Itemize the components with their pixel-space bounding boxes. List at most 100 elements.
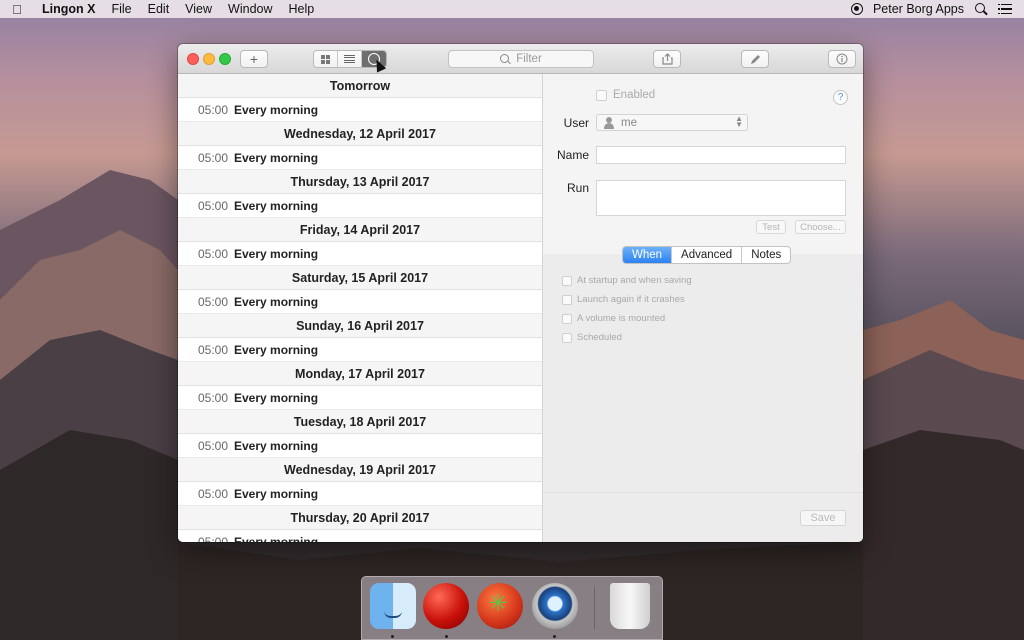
menu-view[interactable]: View	[177, 2, 220, 16]
entry-name: Every morning	[234, 246, 319, 261]
tab-advanced[interactable]: Advanced	[672, 247, 743, 263]
schedule-list[interactable]: Tomorrow 05:00 Every morning Wednesday, 12 …	[178, 74, 543, 542]
add-job-button[interactable]: +	[240, 50, 268, 68]
day-header: Saturday, 15 April 2017	[178, 266, 542, 290]
entry-name: Every morning	[234, 150, 319, 165]
entry-name: Every morning	[234, 198, 319, 213]
filter-placeholder: Filter	[516, 53, 542, 65]
schedule-entry[interactable]: 05:00 Every morning	[178, 482, 542, 506]
menu-bar:  Lingon X File Edit View Window Help Pe…	[0, 0, 1024, 18]
apple-menu-icon[interactable]: 	[0, 2, 34, 17]
choose-button[interactable]: Choose...	[795, 220, 846, 234]
zoom-window-button[interactable]	[219, 53, 231, 65]
day-header: Wednesday, 12 April 2017	[178, 122, 542, 146]
job-detail-pane: Enabled ? User me ▲ ▼ Name Run Test Choos…	[543, 74, 863, 542]
schedule-entry[interactable]: 05:00 Every morning	[178, 242, 542, 266]
menu-extra-label[interactable]: Peter Borg Apps	[873, 2, 964, 16]
menu-edit[interactable]: Edit	[140, 2, 178, 16]
notification-center-icon[interactable]	[998, 3, 1012, 15]
schedule-entry[interactable]: 05:00 Every morning	[178, 194, 542, 218]
day-header: Monday, 17 April 2017	[178, 362, 542, 386]
entry-time: 05:00	[197, 294, 228, 309]
schedule-entry[interactable]: 05:00 Every morning	[178, 146, 542, 170]
schedule-entry[interactable]: 05:00 Every morning	[178, 434, 542, 458]
tab-notes[interactable]: Notes	[742, 247, 790, 263]
running-indicator	[445, 635, 448, 638]
entry-name: Every morning	[234, 294, 319, 309]
entry-time: 05:00	[197, 102, 228, 117]
menu-window[interactable]: Window	[220, 2, 280, 16]
share-button[interactable]	[653, 50, 681, 68]
day-header: Wednesday, 19 April 2017	[178, 458, 542, 482]
edit-button[interactable]	[741, 50, 769, 68]
finder-icon[interactable]	[370, 583, 416, 629]
day-header: Tomorrow	[178, 74, 542, 98]
close-window-button[interactable]	[187, 53, 199, 65]
option-checkbox[interactable]	[562, 332, 572, 343]
schedule-entry[interactable]: 05:00 Every morning	[178, 530, 542, 543]
spotlight-search-icon[interactable]	[974, 2, 988, 16]
user-value: me	[621, 116, 637, 129]
entry-time: 05:00	[197, 534, 228, 543]
day-header: Tuesday, 18 April 2017	[178, 410, 542, 434]
lingon-icon[interactable]	[423, 583, 469, 629]
quicktime-icon[interactable]	[532, 583, 578, 629]
schedule-entry[interactable]: 05:00 Every morning	[178, 290, 542, 314]
option-label: At startup and when saving	[577, 275, 692, 286]
info-button[interactable]	[828, 50, 856, 68]
dock-separator	[594, 587, 595, 629]
tomato-icon[interactable]	[477, 583, 523, 629]
option-volume-mounted[interactable]: A volume is mounted	[562, 313, 665, 324]
list-view-button[interactable]	[338, 51, 362, 67]
help-button[interactable]: ?	[833, 90, 848, 105]
day-header: Thursday, 13 April 2017	[178, 170, 542, 194]
entry-time: 05:00	[197, 438, 228, 453]
enabled-checkbox[interactable]	[596, 89, 607, 101]
lingon-window: + Filter Tomorrow 05:00 Every morning We…	[178, 44, 863, 542]
grid-view-button[interactable]	[314, 51, 338, 67]
minimize-window-button[interactable]	[203, 53, 215, 65]
user-label: User	[563, 116, 589, 130]
option-checkbox[interactable]	[562, 275, 572, 286]
tab-when[interactable]: When	[623, 247, 673, 263]
enabled-label: Enabled	[613, 89, 656, 101]
person-icon	[603, 116, 615, 129]
menu-help[interactable]: Help	[281, 2, 323, 16]
save-button[interactable]: Save	[800, 510, 846, 526]
user-popup[interactable]: me ▲ ▼	[596, 114, 748, 131]
grid-icon	[321, 54, 330, 64]
entry-time: 05:00	[197, 150, 228, 165]
dock	[361, 576, 663, 640]
entry-name: Every morning	[234, 390, 319, 405]
entry-name: Every morning	[234, 534, 319, 543]
record-status-icon[interactable]	[850, 3, 863, 15]
info-icon	[836, 53, 848, 65]
detail-tabs: When Advanced Notes	[622, 246, 792, 264]
option-launch-again[interactable]: Launch again if it crashes	[562, 294, 685, 305]
share-icon	[661, 53, 673, 65]
filter-search-field[interactable]: Filter	[448, 50, 594, 68]
enabled-checkbox-row[interactable]: Enabled	[596, 89, 655, 101]
entry-time: 05:00	[197, 390, 228, 405]
menu-app-name[interactable]: Lingon X	[34, 2, 103, 16]
schedule-entry[interactable]: 05:00 Every morning	[178, 338, 542, 362]
day-header: Sunday, 16 April 2017	[178, 314, 542, 338]
option-checkbox[interactable]	[562, 294, 572, 305]
name-input[interactable]	[596, 146, 846, 164]
menu-file[interactable]: File	[103, 2, 139, 16]
run-command-input[interactable]	[596, 180, 846, 216]
entry-name: Every morning	[234, 102, 319, 117]
window-toolbar: + Filter	[178, 44, 863, 74]
test-button[interactable]: Test	[756, 220, 786, 234]
schedule-entry[interactable]: 05:00 Every morning	[178, 386, 542, 410]
trash-icon[interactable]	[610, 583, 650, 629]
option-at-startup[interactable]: At startup and when saving	[562, 275, 692, 286]
entry-name: Every morning	[234, 438, 319, 453]
entry-name: Every morning	[234, 486, 319, 501]
option-scheduled[interactable]: Scheduled	[562, 332, 622, 343]
option-label: Launch again if it crashes	[577, 294, 685, 305]
search-icon	[500, 53, 511, 65]
option-checkbox[interactable]	[562, 313, 572, 324]
schedule-entry[interactable]: 05:00 Every morning	[178, 98, 542, 122]
entry-time: 05:00	[197, 198, 228, 213]
